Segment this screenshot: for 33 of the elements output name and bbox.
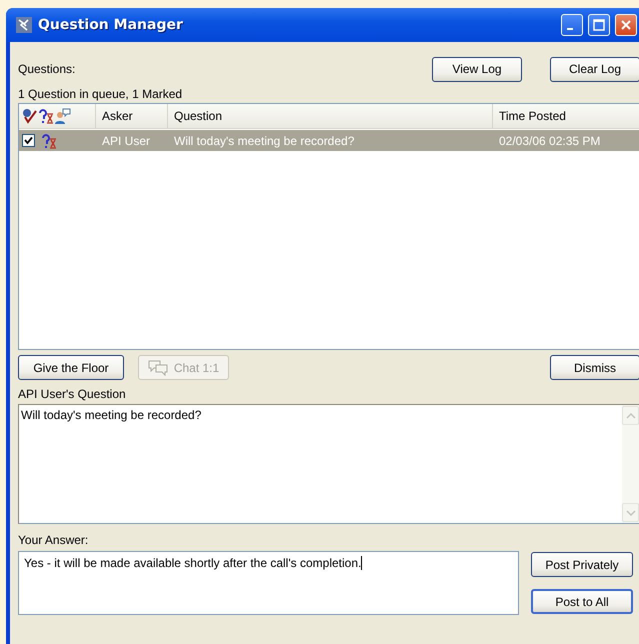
button[interactable]: View Log (432, 56, 522, 82)
question-hourglass-icon (38, 108, 54, 124)
minimize-button[interactable] (561, 14, 583, 36)
table-cell-text: Will today's meeting be recorded? (173, 132, 356, 150)
chat-bubbles-icon (148, 360, 168, 376)
questions-label: Questions: (18, 62, 76, 76)
question-text-area[interactable]: Will today's meeting be recorded? (18, 404, 639, 524)
minimize-icon (567, 28, 573, 30)
table-cell-text: API User (101, 132, 152, 150)
button[interactable]: Dismiss (550, 355, 639, 380)
column-header[interactable]: Question (168, 104, 493, 128)
answer-label: Your Answer: (18, 533, 90, 548)
marked-column-icon (21, 108, 37, 124)
maximize-button[interactable] (588, 14, 610, 36)
checkbox[interactable] (22, 134, 35, 147)
column-header[interactable]: Time Posted (493, 104, 639, 128)
maximize-icon (593, 19, 605, 31)
app-icon (16, 17, 32, 33)
button[interactable]: Post Privately (531, 552, 633, 577)
close-icon (620, 19, 632, 31)
person-chat-icon (55, 108, 71, 124)
button[interactable]: Give the Floor (18, 355, 124, 380)
column-header[interactable]: Asker (96, 104, 168, 128)
window-title: Question Manager (38, 17, 183, 33)
table-cell-text: 02/03/06 02:35 PM (498, 132, 602, 150)
button[interactable]: Clear Log (550, 56, 639, 82)
button[interactable]: Post to All (531, 589, 633, 614)
question-text: Will today's meeting be recorded? (20, 407, 202, 424)
queue-status: 1 Question in queue, 1 Marked (18, 87, 184, 103)
answer-field[interactable]: Yes - it will be made available shortly after the call's completion. (18, 551, 519, 615)
question-label: API User's Question (18, 387, 127, 402)
question-hourglass-icon (41, 132, 57, 148)
close-button[interactable] (615, 14, 637, 36)
